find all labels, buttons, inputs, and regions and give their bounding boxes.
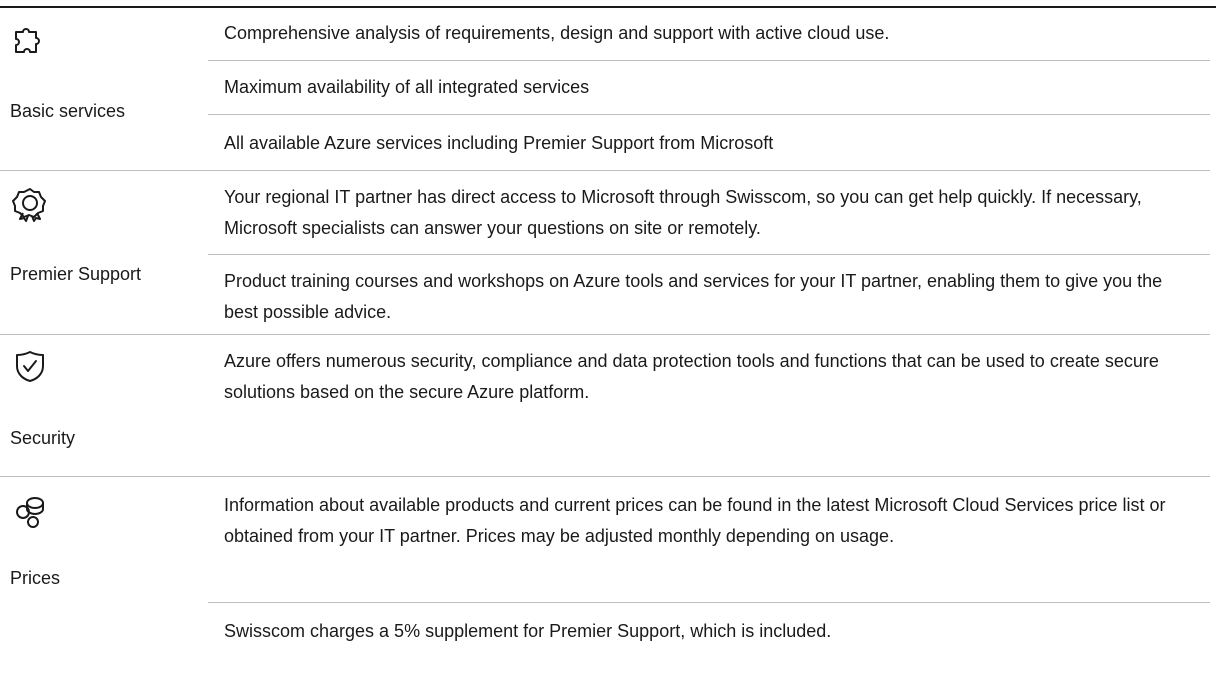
shield-check-icon xyxy=(12,348,48,384)
divider xyxy=(208,602,1210,603)
section-label-prices: Prices xyxy=(10,568,61,588)
top-rule xyxy=(0,6,1216,8)
premier-support-item-1: Your regional IT partner has direct acce… xyxy=(224,187,1142,238)
section-label-security: Security xyxy=(10,428,76,448)
prices-item-1: Information about available products and… xyxy=(224,495,1166,546)
divider xyxy=(208,60,1210,61)
premier-support-item-2: Product training courses and workshops o… xyxy=(224,271,1163,322)
section-divider xyxy=(0,334,1210,335)
section-divider xyxy=(0,170,1210,171)
divider xyxy=(208,254,1210,255)
divider xyxy=(208,114,1210,115)
coins-icon xyxy=(12,494,48,530)
security-item-1: Azure offers numerous security, complian… xyxy=(224,351,1159,402)
basic-services-item-1: Comprehensive analysis of requirements, … xyxy=(224,23,890,43)
award-badge-icon xyxy=(12,186,48,222)
section-label-basic-services: Basic services xyxy=(10,101,126,121)
section-divider xyxy=(0,476,1210,477)
basic-services-item-3: All available Azure services including P… xyxy=(224,133,774,153)
prices-item-2: Swisscom charges a 5% supplement for Pre… xyxy=(224,621,832,641)
section-label-premier-support: Premier Support xyxy=(10,264,142,284)
basic-services-item-2: Maximum availability of all integrated s… xyxy=(224,77,590,97)
puzzle-icon xyxy=(12,22,48,58)
